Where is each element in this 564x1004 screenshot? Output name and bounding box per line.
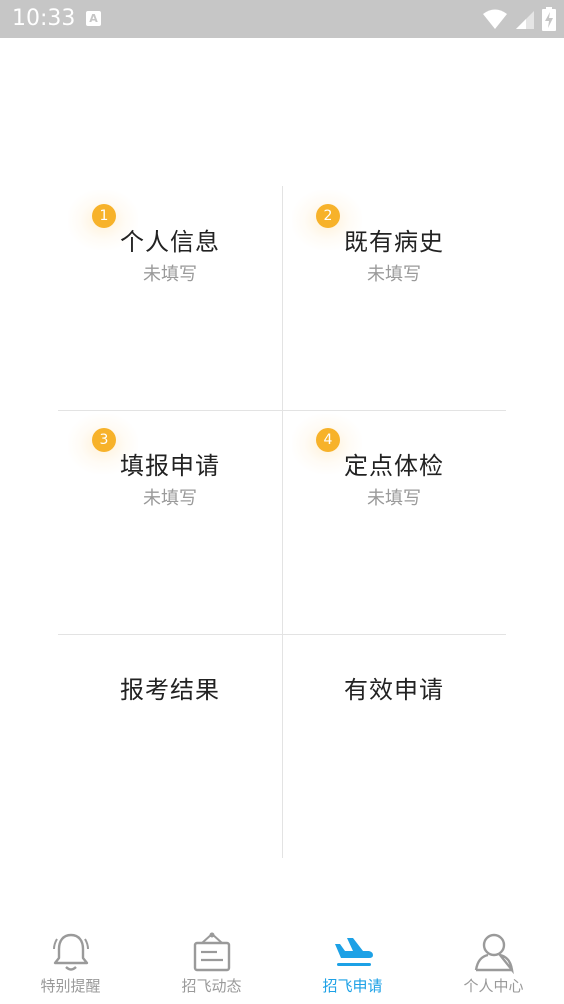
cell-status: 未填写: [143, 264, 197, 285]
nav-label: 个人中心: [463, 977, 524, 995]
bell-icon: [52, 933, 89, 971]
bottom-nav: 特别提醒 招飞动态 招飞申请 个人中心: [0, 920, 564, 1004]
wifi-icon: [483, 9, 507, 29]
nav-label: 招飞申请: [322, 977, 383, 995]
nav-label: 特别提醒: [40, 977, 101, 995]
cell-status: 未填写: [143, 488, 197, 509]
cell-fill-application[interactable]: 3 填报申请 未填写: [58, 410, 282, 634]
cell-status: 未填写: [367, 488, 421, 509]
nav-label: 招飞动态: [181, 977, 242, 995]
status-indicators: [482, 6, 556, 32]
airplane-icon: [334, 938, 373, 966]
cell-valid-application[interactable]: 有效申请: [282, 634, 506, 858]
cell-exam-results[interactable]: 报考结果: [58, 634, 282, 858]
nav-item-apply[interactable]: 招飞申请: [282, 920, 423, 1004]
nav-item-profile[interactable]: 个人中心: [423, 920, 564, 1004]
nav-item-news[interactable]: 招飞动态: [141, 920, 282, 1004]
application-grid: 1 个人信息 未填写 2 既有病史 未填写 3 填报申请 未填写 4 定点体检 …: [58, 186, 506, 858]
cell-signal-icon: [516, 11, 534, 29]
notification-a-icon: A: [86, 11, 101, 26]
cell-title: 填报申请: [120, 452, 220, 480]
cell-designated-exam[interactable]: 4 定点体检 未填写: [282, 410, 506, 634]
cell-title: 定点体检: [344, 452, 444, 480]
cell-medical-history[interactable]: 2 既有病史 未填写: [282, 186, 506, 410]
status-time: 10:33: [12, 6, 76, 31]
nav-item-reminders[interactable]: 特别提醒: [0, 920, 141, 1004]
battery-charging-icon: [542, 7, 556, 31]
signboard-icon: [193, 932, 230, 972]
person-icon: [474, 933, 514, 974]
cell-title: 报考结果: [120, 676, 220, 704]
cell-title: 既有病史: [344, 228, 444, 256]
cell-title: 有效申请: [344, 676, 444, 704]
cell-personal-info[interactable]: 1 个人信息 未填写: [58, 186, 282, 410]
status-bar: 10:33 A: [0, 0, 564, 38]
cell-title: 个人信息: [120, 228, 220, 256]
cell-status: 未填写: [367, 264, 421, 285]
